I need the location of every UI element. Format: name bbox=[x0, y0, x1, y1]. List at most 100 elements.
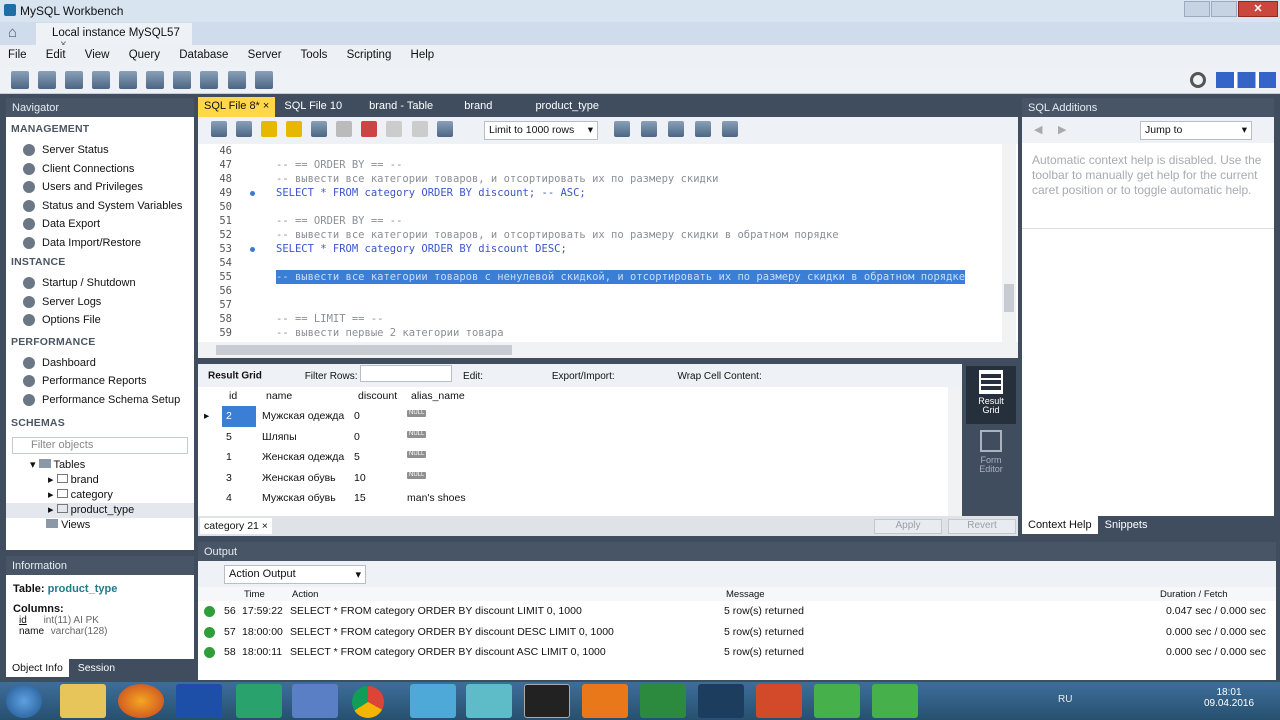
col-header-name[interactable]: name bbox=[266, 387, 292, 405]
close-button[interactable]: ✕ bbox=[1238, 1, 1278, 17]
nav-performance-reports[interactable]: Performance Reports bbox=[6, 372, 194, 391]
tray-clock[interactable]: 18:01 09.04.2016 bbox=[1200, 687, 1258, 709]
nav-data-export[interactable]: Data Export bbox=[6, 215, 194, 234]
settings-gear-icon[interactable] bbox=[1190, 72, 1206, 88]
back-arrow-icon[interactable]: ◀ bbox=[1034, 123, 1042, 136]
col-header-alias-name[interactable]: alias_name bbox=[411, 387, 465, 405]
action-output-select[interactable]: Action Output ▾ bbox=[224, 565, 366, 584]
execute-icon[interactable] bbox=[261, 121, 278, 137]
nav-status-variables[interactable]: Status and System Variables bbox=[6, 197, 194, 216]
output-row[interactable]: 56 17:59:22 SELECT * FROM category ORDER B… bbox=[198, 601, 1276, 622]
wrap-lines-icon[interactable] bbox=[722, 121, 739, 137]
result-tab-category-21[interactable]: category 21 × bbox=[200, 518, 272, 534]
taskbar-chrome-icon[interactable] bbox=[352, 686, 384, 718]
table-row[interactable]: 1 Женская одежда 5 NULL bbox=[198, 447, 958, 468]
nav-options-file[interactable]: Options File bbox=[6, 311, 194, 330]
table-cell[interactable]: 3 bbox=[226, 468, 232, 489]
table-cell[interactable]: 5 bbox=[354, 447, 360, 468]
table-row[interactable]: 3 Женская обувь 10 NULL bbox=[198, 468, 958, 489]
table-cell[interactable]: Мужская обувь bbox=[262, 488, 336, 509]
menu-tools[interactable]: Tools bbox=[301, 49, 328, 61]
table-row[interactable]: ▸ 2 Мужская одежда 0 NULL bbox=[198, 406, 958, 427]
taskbar-app-icon[interactable] bbox=[756, 684, 802, 718]
menu-edit[interactable]: Edit bbox=[46, 49, 66, 61]
table-cell[interactable]: NULL bbox=[407, 410, 427, 417]
filter-rows-input[interactable] bbox=[360, 365, 453, 382]
jump-to-select[interactable]: Jump to ▾ bbox=[1140, 121, 1252, 140]
nav-server-status[interactable]: Server Status bbox=[6, 141, 194, 160]
open-file-icon[interactable] bbox=[211, 121, 227, 137]
toggle-error-icon[interactable] bbox=[361, 121, 378, 137]
rollback-icon[interactable] bbox=[411, 121, 428, 137]
nav-data-import[interactable]: Data Import/Restore bbox=[6, 234, 194, 253]
create-table-icon[interactable] bbox=[119, 71, 138, 89]
tab-brand[interactable]: brand bbox=[464, 100, 492, 112]
taskbar-workbench-icon[interactable] bbox=[698, 684, 744, 718]
editor-horizontal-scrollbar[interactable] bbox=[198, 342, 1018, 358]
taskbar-app-icon[interactable] bbox=[410, 684, 456, 718]
new-sql-tab-icon[interactable] bbox=[11, 71, 29, 89]
menu-database[interactable]: Database bbox=[179, 49, 228, 61]
output-row[interactable]: 58 18:00:11 SELECT * FROM category ORDER B… bbox=[198, 642, 1276, 663]
menu-server[interactable]: Server bbox=[248, 49, 282, 61]
col-header-id[interactable]: id bbox=[229, 387, 237, 405]
tab-sql-file-10[interactable]: SQL File 10 bbox=[284, 100, 342, 112]
table-cell[interactable]: Женская одежда bbox=[262, 447, 344, 468]
form-editor-view-button[interactable]: Form Editor bbox=[966, 424, 1016, 492]
output-row[interactable]: 57 18:00:00 SELECT * FROM category ORDER B… bbox=[198, 622, 1276, 643]
menu-view[interactable]: View bbox=[85, 49, 110, 61]
apply-button[interactable]: Apply bbox=[874, 519, 942, 534]
result-grid[interactable]: id name discount alias_name ▸ 2 Мужская од… bbox=[198, 387, 962, 516]
table-cell[interactable]: 0 bbox=[354, 406, 360, 427]
sql-editor[interactable]: 46 47 -- == ORDER BY == -- 48 -- вывести все… bbox=[198, 144, 1018, 342]
taskbar-mysql-icon[interactable] bbox=[524, 684, 570, 718]
result-grid-view-button[interactable]: Result Grid bbox=[966, 366, 1016, 424]
menu-query[interactable]: Query bbox=[129, 49, 160, 61]
taskbar-app-icon[interactable] bbox=[176, 684, 222, 718]
save-icon[interactable] bbox=[236, 121, 253, 137]
nav-startup-shutdown[interactable]: Startup / Shutdown bbox=[6, 274, 194, 293]
open-sql-script-icon[interactable] bbox=[38, 71, 57, 89]
maximize-button[interactable] bbox=[1211, 1, 1237, 17]
invisible-chars-icon[interactable] bbox=[695, 121, 712, 137]
close-icon[interactable]: × bbox=[262, 520, 268, 532]
tree-product-type[interactable]: ▸ product_type bbox=[6, 503, 194, 518]
create-schema-icon[interactable] bbox=[92, 71, 111, 89]
table-cell[interactable]: Мужская одежда bbox=[262, 406, 344, 427]
grid-vertical-scrollbar[interactable] bbox=[948, 387, 962, 516]
taskbar-firefox-icon[interactable] bbox=[118, 684, 164, 718]
minimize-button[interactable] bbox=[1184, 1, 1210, 17]
create-function-icon[interactable] bbox=[200, 71, 219, 89]
filter-objects-input[interactable]: Filter objects bbox=[12, 437, 188, 454]
tree-brand[interactable]: ▸ brand bbox=[6, 473, 194, 488]
info-icon[interactable] bbox=[65, 71, 84, 89]
close-icon[interactable]: × bbox=[263, 100, 269, 112]
table-cell[interactable]: Шляпы bbox=[262, 427, 297, 448]
tree-views[interactable]: Views bbox=[6, 518, 194, 533]
tab-object-info[interactable]: Object Info bbox=[6, 659, 69, 677]
create-view-icon[interactable] bbox=[146, 71, 165, 89]
forward-arrow-icon[interactable]: ▶ bbox=[1058, 123, 1066, 136]
taskbar-pdf-icon[interactable] bbox=[582, 684, 628, 718]
table-cell[interactable]: 10 bbox=[354, 468, 366, 489]
tab-session[interactable]: Session bbox=[72, 659, 121, 677]
menu-scripting[interactable]: Scripting bbox=[347, 49, 392, 61]
table-cell[interactable]: NULL bbox=[407, 430, 427, 438]
autocommit-icon[interactable] bbox=[436, 121, 453, 137]
stop-icon[interactable] bbox=[336, 121, 353, 137]
table-cell[interactable]: Женская обувь bbox=[262, 468, 336, 489]
table-cell[interactable]: man's shoes bbox=[407, 488, 466, 509]
table-row[interactable]: 5 Шляпы 0 NULL bbox=[198, 427, 958, 448]
col-header-discount[interactable]: discount bbox=[358, 387, 397, 405]
beautify-icon[interactable] bbox=[614, 121, 630, 137]
taskbar-app-icon[interactable] bbox=[814, 684, 860, 718]
tab-context-help[interactable]: Context Help bbox=[1022, 516, 1098, 534]
nav-server-logs[interactable]: Server Logs bbox=[6, 293, 194, 312]
tab-brand-table[interactable]: brand - Table bbox=[369, 100, 433, 112]
taskbar-app-icon[interactable] bbox=[466, 684, 512, 718]
menu-help[interactable]: Help bbox=[411, 49, 435, 61]
explain-icon[interactable] bbox=[311, 121, 328, 137]
tab-product-type[interactable]: product_type bbox=[535, 100, 599, 112]
create-procedure-icon[interactable] bbox=[173, 71, 192, 89]
language-indicator[interactable]: RU bbox=[1058, 694, 1072, 705]
